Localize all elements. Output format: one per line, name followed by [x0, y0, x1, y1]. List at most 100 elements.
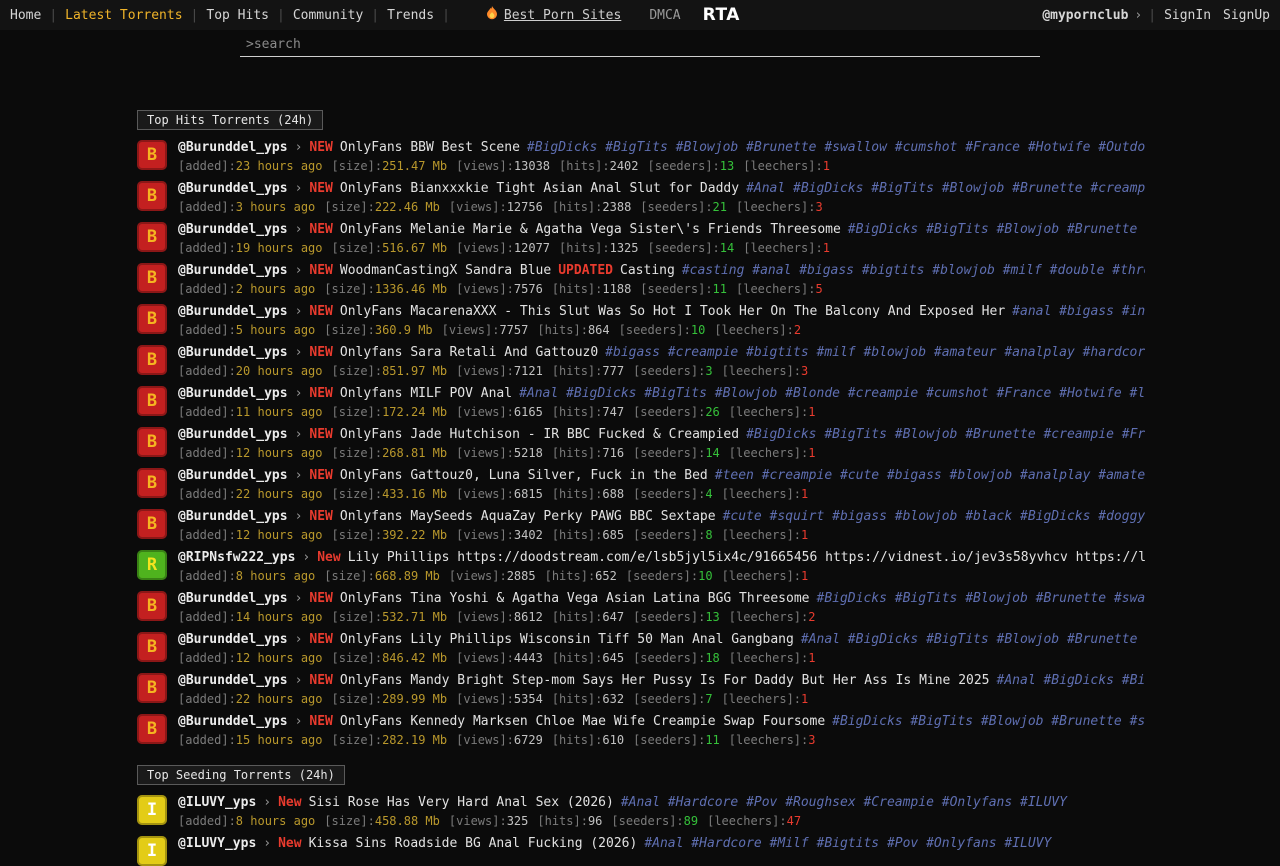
username[interactable]: @Burunddel_yps [178, 222, 288, 237]
torrent-title[interactable]: OnlyFans Lily Phillips Wisconsin Tiff 50… [340, 632, 794, 647]
tags[interactable]: #Anal #BigDicks #BigTits #Blowjob #Brune… [746, 181, 1145, 196]
chevron-icon: › [295, 468, 303, 483]
meta-added: [added]:3 hours ago [178, 200, 315, 214]
tags[interactable]: #teen #creampie #cute #bigass #blowjob #… [715, 468, 1145, 483]
username[interactable]: @Burunddel_yps [178, 345, 288, 360]
torrent-title[interactable]: OnlyFans Mandy Bright Step-mom Says Her … [340, 673, 990, 688]
username[interactable]: @Burunddel_yps [178, 591, 288, 606]
torrent-title[interactable]: Onlyfans MaySeeds AquaZay Perky PAWG BBC… [340, 509, 716, 524]
meta-label: [added]: [178, 282, 236, 296]
username[interactable]: @Burunddel_yps [178, 263, 288, 278]
user-avatar[interactable]: B [137, 140, 167, 170]
search-input[interactable] [240, 32, 1040, 57]
meta-label: [leechers]: [722, 569, 801, 583]
user-avatar[interactable]: B [137, 509, 167, 539]
user-avatar[interactable]: B [137, 632, 167, 662]
torrent-title[interactable]: Casting [620, 263, 675, 278]
tags[interactable]: #Anal #BigDicks #BigTits #Blowjob #Blond… [519, 386, 1145, 401]
torrent-title[interactable]: OnlyFans Gattouz0, Luna Silver, Fuck in … [340, 468, 708, 483]
torrent-title[interactable]: OnlyFans Kennedy Marksen Chloe Mae Wife … [340, 714, 825, 729]
user-avatar[interactable]: B [137, 263, 167, 293]
tags[interactable]: #BigDicks #BigTits #Blowjob #Brunette #s… [527, 140, 1145, 155]
signup-link[interactable]: SignUp [1223, 8, 1270, 23]
username[interactable]: @Burunddel_yps [178, 386, 288, 401]
nav-trends[interactable]: Trends [387, 8, 458, 23]
user-avatar[interactable]: R [137, 550, 167, 580]
username[interactable]: @Burunddel_yps [178, 509, 288, 524]
meta-seeders: [seeders]:4 [633, 487, 712, 501]
tags[interactable]: #BigDicks #BigTits #Blowjob #Brunette #c… [746, 427, 1145, 442]
torrent-row: B@Burunddel_yps›NEWOnlyfans MILF POV Ana… [137, 386, 1145, 420]
torrent-title[interactable]: OnlyFans Melanie Marie & Agatha Vega Sis… [340, 222, 841, 237]
torrent-title[interactable]: Lily Phillips https://doodstream.com/e/l… [348, 550, 1145, 565]
meta-value: 19 hours ago [236, 241, 323, 255]
torrent-title[interactable]: Sisi Rose Has Very Hard Anal Sex (2026) [309, 795, 614, 810]
tags[interactable]: #BigDicks #BigTits #Blowjob #Brunette #s… [848, 222, 1145, 237]
title-line: @Burunddel_yps›NEWOnlyFans Tina Yoshi & … [178, 591, 1145, 607]
torrent-title[interactable]: OnlyFans MacarenaXXX - This Slut Was So … [340, 304, 1005, 319]
tags[interactable]: #Anal #Hardcore #Pov #Roughsex #Creampie… [621, 795, 1067, 810]
tags[interactable]: #Anal #BigDicks #BigTits … [997, 673, 1145, 688]
tags[interactable]: #casting #anal #bigass #bigtits #blowjob… [682, 263, 1145, 278]
torrent-title[interactable]: Onlyfans MILF POV Anal [340, 386, 512, 401]
user-avatar[interactable]: B [137, 181, 167, 211]
torrent-title[interactable]: WoodmanCastingX Sandra Blue [340, 263, 551, 278]
torrent-title[interactable]: Kissa Sins Roadside BG Anal Fucking (202… [309, 836, 638, 851]
torrent-title[interactable]: Onlyfans Sara Retali And Gattouz0 [340, 345, 598, 360]
signin-link[interactable]: SignIn [1148, 8, 1211, 23]
nav-top-hits[interactable]: Top Hits [206, 8, 292, 23]
tags[interactable]: #bigass #creampie #bigtits #milf #blowjo… [605, 345, 1145, 360]
best-porn-sites-link[interactable]: Best Porn Sites [486, 6, 621, 24]
tags[interactable]: #cute #squirt #bigass #blowjob #black #B… [723, 509, 1145, 524]
meta-leechers: [leechers]:1 [722, 487, 809, 501]
user-avatar[interactable]: B [137, 427, 167, 457]
username[interactable]: @Burunddel_yps [178, 673, 288, 688]
dmca-link[interactable]: DMCA [649, 8, 680, 23]
user-avatar[interactable]: B [137, 222, 167, 252]
main-menu: Home Latest Torrents Top Hits Community … [10, 8, 458, 23]
username[interactable]: @Burunddel_yps [178, 304, 288, 319]
torrent-title[interactable]: OnlyFans Tina Yoshi & Agatha Vega Asian … [340, 591, 810, 606]
user-avatar[interactable]: B [137, 304, 167, 334]
tags[interactable]: #anal #bigass #interrac… [1012, 304, 1145, 319]
torrent-title[interactable]: OnlyFans Jade Hutchison - IR BBC Fucked … [340, 427, 739, 442]
entry-body: @Burunddel_yps›NEWWoodmanCastingX Sandra… [178, 263, 1145, 297]
user-avatar[interactable]: B [137, 386, 167, 416]
user-avatar[interactable]: B [137, 591, 167, 621]
meta-value: 22 hours ago [236, 487, 323, 501]
user-avatar[interactable]: B [137, 673, 167, 703]
username[interactable]: @RIPNsfw222_yps [178, 550, 295, 565]
username[interactable]: @Burunddel_yps [178, 632, 288, 647]
brand-link[interactable]: @mypornclub [1042, 8, 1128, 23]
meta-value: 12 hours ago [236, 651, 323, 665]
meta-added: [added]:20 hours ago [178, 364, 323, 378]
user-avatar[interactable]: I [137, 836, 167, 866]
meta-size: [size]:846.42 Mb [332, 651, 448, 665]
username[interactable]: @Burunddel_yps [178, 427, 288, 442]
nav-community[interactable]: Community [293, 8, 387, 23]
user-avatar[interactable]: B [137, 345, 167, 375]
tags[interactable]: #Anal #Hardcore #Milf #Bigtits #Pov #Onl… [644, 836, 1051, 851]
tags[interactable]: #BigDicks #BigTits #Blowjob #Brunette #s… [817, 591, 1146, 606]
user-avatar[interactable]: B [137, 468, 167, 498]
new-badge: NEW [309, 140, 332, 155]
username[interactable]: @Burunddel_yps [178, 140, 288, 155]
meta-value: 851.97 Mb [382, 364, 447, 378]
meta-value: 325 [507, 814, 529, 828]
user-avatar[interactable]: B [137, 714, 167, 744]
username[interactable]: @ILUVY_yps [178, 795, 256, 810]
nav-latest-torrents[interactable]: Latest Torrents [65, 8, 206, 23]
meta-label: [leechers]: [743, 159, 822, 173]
tags[interactable]: #BigDicks #BigTits #Blowjob #Brunette #s… [832, 714, 1145, 729]
username[interactable]: @ILUVY_yps [178, 836, 256, 851]
meta-leechers: [leechers]:3 [736, 200, 823, 214]
tags[interactable]: #Anal #BigDicks #BigTits #Blowjob #Brune… [801, 632, 1145, 647]
nav-home[interactable]: Home [10, 8, 65, 23]
torrent-title[interactable]: OnlyFans Bianxxxkie Tight Asian Anal Slu… [340, 181, 739, 196]
username[interactable]: @Burunddel_yps [178, 714, 288, 729]
username[interactable]: @Burunddel_yps [178, 181, 288, 196]
username[interactable]: @Burunddel_yps [178, 468, 288, 483]
entry-body: @Burunddel_yps›NEWOnlyFans Gattouz0, Lun… [178, 468, 1145, 502]
torrent-title[interactable]: OnlyFans BBW Best Scene [340, 140, 520, 155]
meta-label: [hits]: [559, 159, 610, 173]
